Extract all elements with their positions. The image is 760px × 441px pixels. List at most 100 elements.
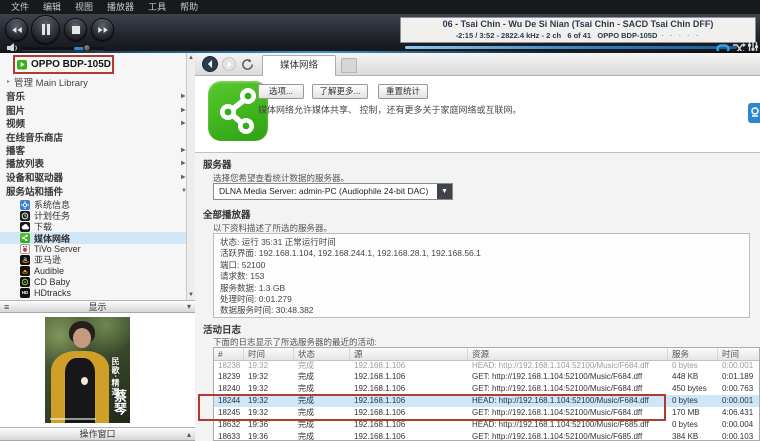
reset-stats-button[interactable]: 重置统计 (378, 84, 428, 99)
col-header-number[interactable]: # (214, 348, 244, 360)
col-header-duration[interactable]: 时间 (718, 348, 759, 360)
next-button[interactable] (91, 18, 114, 41)
item-label: 设备和驱动器 (6, 172, 64, 184)
sidebar-item-cd-baby[interactable]: CD Baby (0, 276, 186, 287)
item-label: 音乐 (6, 91, 26, 103)
sidebar-item-downloads[interactable]: 下载 (0, 221, 186, 232)
menu-tools[interactable]: 工具 (141, 0, 173, 14)
table-row[interactable]: 18245 19:32 完成 192.168.1.106 GET: http://192… (214, 407, 759, 419)
server-dropdown[interactable]: DLNA Media Server: admin-PC (Audiophile … (213, 183, 453, 200)
cell: 0:00.001 (722, 396, 754, 405)
chevron-right-icon[interactable]: ▶ (181, 173, 186, 180)
cell: 384 KB (672, 432, 699, 441)
sidebar-item-playlists[interactable]: 播放列表 ▶ (0, 156, 186, 170)
action-window-bar[interactable]: 操作窗口 ▴ (0, 427, 195, 441)
cell: 19:32 (248, 396, 269, 405)
new-tab-button[interactable] (341, 58, 357, 73)
cd-baby-icon (20, 276, 30, 287)
chevron-right-icon[interactable]: ▶ (181, 159, 186, 166)
sidebar-item-images[interactable]: 图片 ▶ (0, 103, 186, 117)
scroll-down-icon[interactable]: ▼ (187, 292, 195, 298)
scroll-up-icon[interactable]: ▲ (187, 55, 195, 61)
cell: 19:32 (248, 372, 269, 381)
menu-help[interactable]: 帮助 (173, 0, 205, 14)
cell: 192.168.1.106 (354, 361, 406, 370)
table-row[interactable]: 18632 19:36 完成 192.168.1.106 HEAD: http://19… (214, 419, 759, 431)
col-header-served[interactable]: 服务 (668, 348, 718, 360)
options-button[interactable]: 选项... (258, 84, 304, 99)
learn-more-button[interactable]: 了解更多... (312, 84, 368, 99)
sidebar-item-tivo-server[interactable]: TiVo Server (0, 243, 186, 254)
status-line: 数据服务时间: 30:48.382 (220, 305, 314, 316)
activity-log-table: # 时间 状态 源 资源 服务 时间 18238 19:32 完成 192.168.1… (213, 347, 760, 441)
tab-media-network[interactable]: 媒体网络 (262, 55, 336, 76)
cell: 0 bytes (672, 396, 698, 405)
sidebar-item-amazon[interactable]: a 亚马逊 (0, 254, 186, 265)
chevron-right-icon[interactable]: ▶ (181, 146, 186, 153)
forward-arrow-icon (227, 60, 231, 68)
item-label: Audible (34, 265, 65, 276)
dropdown-arrow-icon[interactable]: ▼ (437, 184, 452, 199)
sidebar-item-main-library[interactable]: ▸ 管理 Main Library (0, 75, 186, 89)
col-header-resource[interactable]: 资源 (468, 348, 668, 360)
cell: 448 KB (672, 372, 699, 381)
sidebar-item-video[interactable]: 视频 ▶ (0, 116, 186, 130)
refresh-icon[interactable] (241, 58, 254, 71)
chevron-right-icon[interactable]: ▶ (181, 92, 186, 99)
sidebar-item-scheduled-tasks[interactable]: 计划任务 (0, 210, 186, 221)
table-row[interactable]: 18240 19:32 完成 192.168.1.106 GET: http://192… (214, 383, 759, 395)
table-row[interactable]: 18633 19:36 完成 192.168.1.106 GET: http://192… (214, 431, 759, 441)
col-header-time[interactable]: 时间 (244, 348, 294, 360)
cell: GET: http://192.168.1.104:52100/Music/F6… (472, 384, 643, 393)
sidebar-scrollbar[interactable]: ▲ ▼ (186, 53, 195, 300)
menu-file[interactable]: 文件 (4, 0, 36, 14)
media-network-description: 媒体网络允许媒体共享、 控制，还有更多关于家庭网络或互联网。 (258, 105, 522, 115)
rating-dots[interactable]: · · · · · (662, 31, 701, 40)
list-menu-icon[interactable]: ≡ (4, 301, 9, 313)
table-row[interactable]: 18239 19:32 完成 192.168.1.106 GET: http://192… (214, 371, 759, 383)
menu-player[interactable]: 播放器 (100, 0, 141, 14)
sidebar-item-devices-drives[interactable]: 设备和驱动器 ▶ (0, 170, 186, 184)
collapse-icon[interactable]: ▾ (187, 301, 191, 313)
table-row-selected[interactable]: 18244 19:32 完成 192.168.1.106 HEAD: http://19… (214, 395, 759, 407)
stop-button[interactable] (64, 18, 87, 41)
cell: 19:32 (248, 361, 269, 370)
sidebar-item-online-store[interactable]: 在线音乐商店 (0, 130, 186, 144)
sidebar-item-oppo-device[interactable]: OPPO BDP-105D (0, 56, 186, 73)
display-panel-bar[interactable]: ≡ 显示 ▾ (0, 300, 195, 313)
cell: 450 bytes (672, 384, 707, 393)
cell: 18245 (218, 408, 241, 417)
item-label: TiVo Server (34, 243, 81, 254)
cell: 0 bytes (672, 361, 698, 370)
volume-slider[interactable] (21, 44, 104, 52)
album-art-face (73, 328, 91, 348)
sidebar-item-hdtracks[interactable]: HD HDtracks (0, 287, 186, 298)
cell: 192.168.1.106 (354, 384, 406, 393)
cell: 0 bytes (672, 420, 698, 429)
expand-up-icon[interactable]: ▴ (187, 428, 191, 441)
col-header-source[interactable]: 源 (350, 348, 468, 360)
sidebar-item-system-info[interactable]: 系统信息 (0, 199, 186, 210)
back-button[interactable] (202, 56, 218, 72)
cell: 完成 (298, 396, 314, 405)
menu-view[interactable]: 视图 (68, 0, 100, 14)
chevron-right-icon[interactable]: ▶ (181, 119, 186, 126)
now-playing-title: 06 - Tsai Chin - Wu De Si Nian (Tsai Chi… (442, 19, 714, 29)
pause-button[interactable] (31, 15, 60, 44)
chevron-right-icon[interactable]: ▶ (181, 106, 186, 113)
cell: 170 MB (672, 408, 700, 417)
table-row[interactable]: 18238 19:32 完成 192.168.1.106 HEAD: http://19… (214, 361, 759, 371)
expander-icon[interactable]: ▸ (7, 78, 10, 85)
menu-edit[interactable]: 编辑 (36, 0, 68, 14)
sidebar-item-audible[interactable]: Audible (0, 265, 186, 276)
seek-bar[interactable] (405, 46, 737, 49)
now-playing-panel: 06 - Tsai Chin - Wu De Si Nian (Tsai Chi… (400, 17, 756, 43)
sidebar-item-podcast[interactable]: 播客 ▶ (0, 143, 186, 157)
forward-button[interactable] (222, 57, 236, 71)
col-header-status[interactable]: 状态 (294, 348, 350, 360)
sidebar-item-music[interactable]: 音乐 ▶ (0, 89, 186, 103)
sidebar-item-services-plugins[interactable]: 服务站和插件 ▼ (0, 184, 186, 198)
previous-button[interactable] (5, 18, 28, 41)
item-label: 服务站和插件 (6, 186, 64, 198)
connect-icon[interactable] (748, 103, 760, 123)
